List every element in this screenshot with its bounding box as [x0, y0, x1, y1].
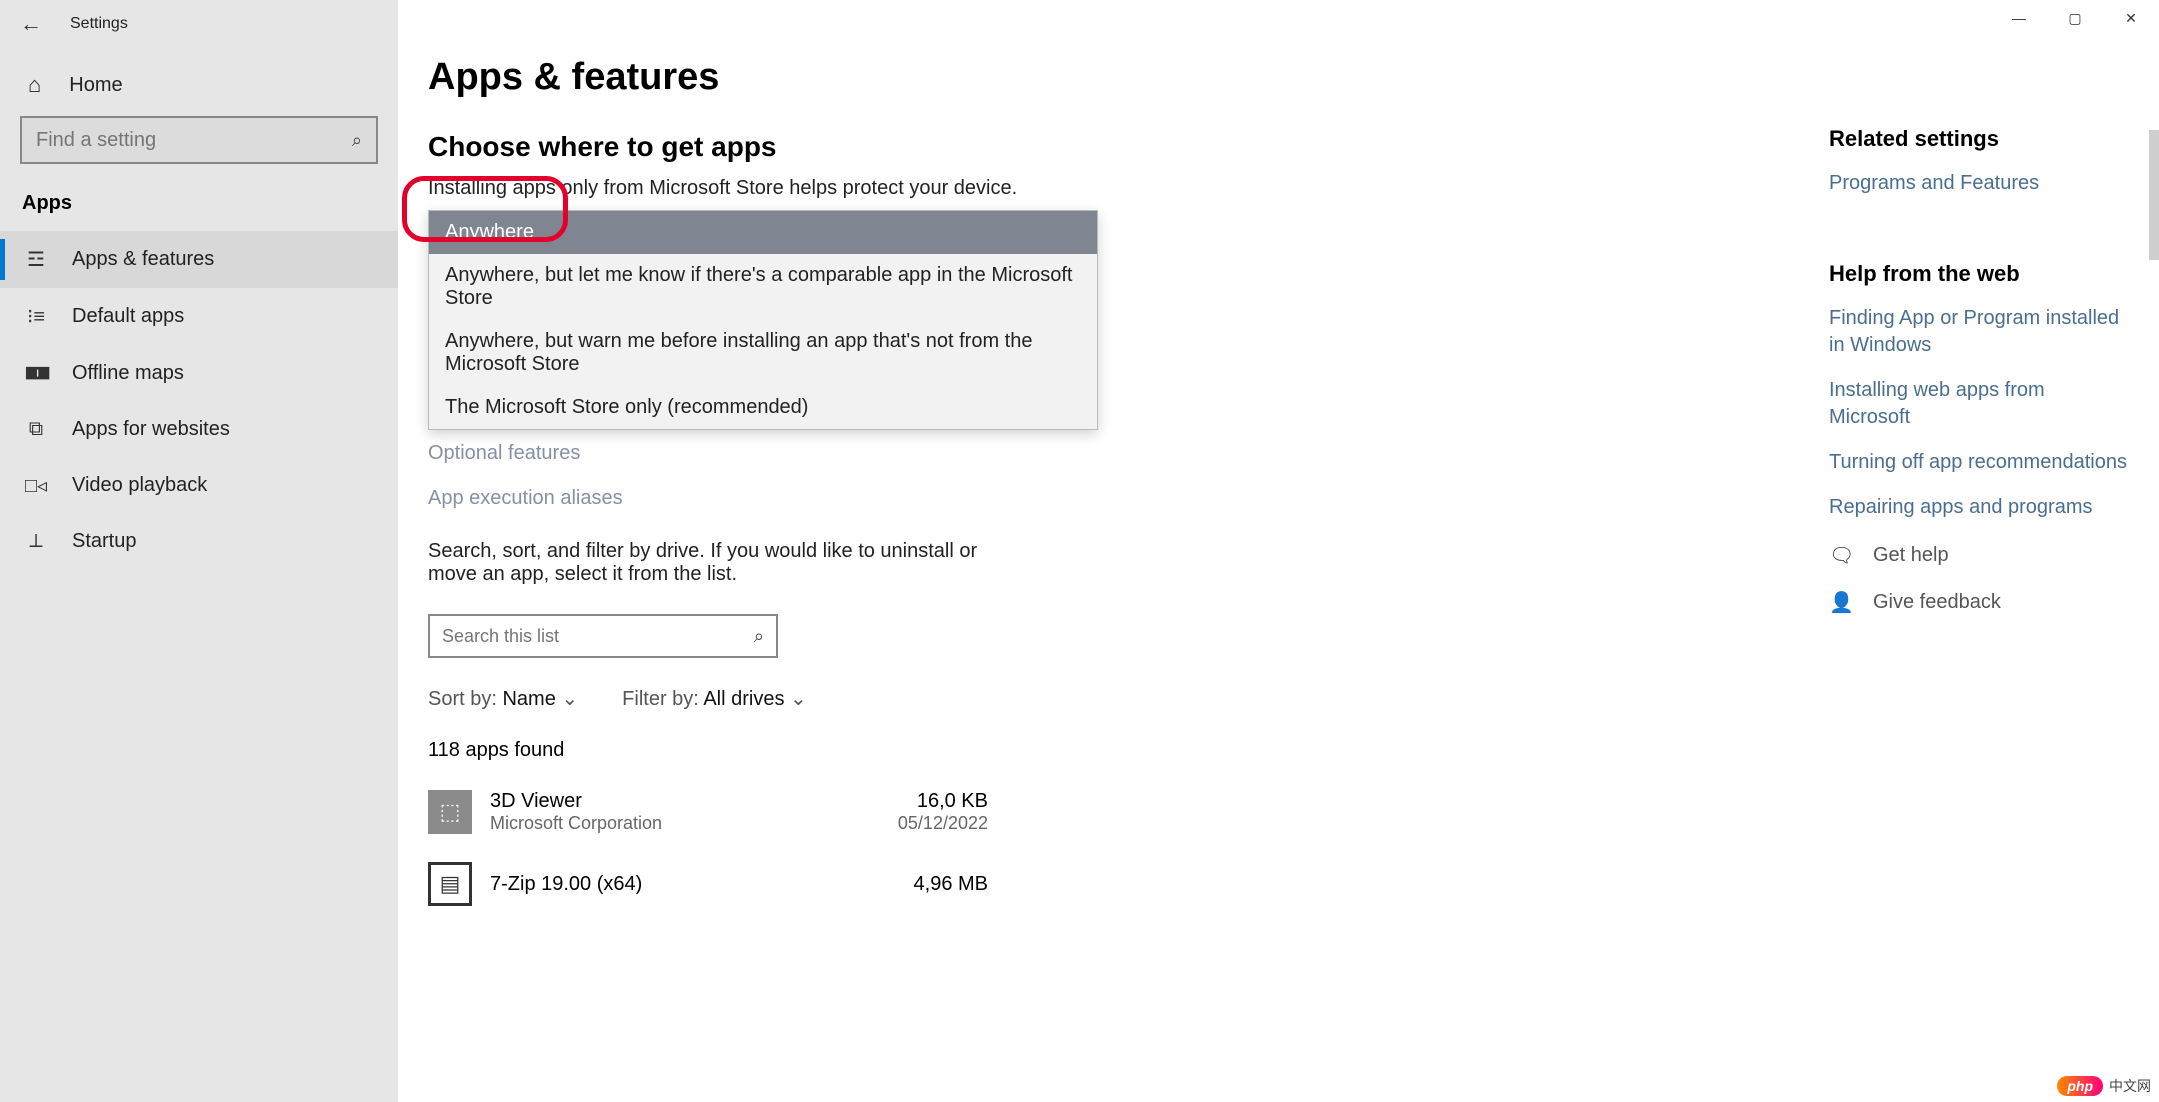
sidebar-item-label: Startup [72, 530, 136, 553]
section-label: Apps [0, 164, 398, 231]
scrollbar[interactable] [2149, 130, 2159, 260]
search-icon: ⌕ [352, 130, 362, 151]
sort-value: Name [502, 688, 555, 710]
dropdown-option[interactable]: The Microsoft Store only (recommended) [429, 386, 1097, 429]
app-icon: ⬚ [428, 790, 472, 834]
app-info: 7-Zip 19.00 (x64) [490, 873, 914, 896]
chevron-down-icon: ⌄ [561, 688, 578, 710]
give-feedback-row[interactable]: 👤 Give feedback [1829, 590, 2129, 615]
app-name: 7-Zip 19.00 (x64) [490, 873, 914, 896]
install-source-dropdown[interactable]: AnywhereAnywhere, but let me know if the… [428, 210, 1158, 430]
help-heading: Help from the web [1829, 261, 2129, 287]
sort-by-control[interactable]: Sort by: Name ⌄ [428, 686, 578, 711]
filter-value: All drives [703, 688, 784, 710]
app-publisher: Microsoft Corporation [490, 813, 898, 834]
app-date: 05/12/2022 [898, 813, 988, 834]
sidebar-item-label: Offline maps [72, 362, 184, 385]
minimize-icon[interactable]: ― [1991, 0, 2047, 36]
home-button[interactable]: ⌂ Home [0, 48, 398, 116]
optional-features-link[interactable]: Optional features [428, 442, 1158, 465]
find-setting-search[interactable]: ⌕ [20, 116, 378, 164]
filter-label: Filter by: [622, 688, 699, 710]
offline-maps-icon: 🀰 [24, 361, 48, 386]
choose-body: Installing apps only from Microsoft Stor… [428, 177, 1158, 200]
titlebar: ← Settings [0, 0, 398, 48]
page-title: Apps & features [428, 56, 1158, 99]
default-apps-icon: ⁝≡ [24, 304, 48, 329]
watermark: php 中文网 [2057, 1076, 2151, 1096]
home-icon: ⌂ [28, 72, 41, 98]
app-name: 3D Viewer [490, 790, 898, 813]
watermark-pill: php [2057, 1076, 2103, 1096]
app-row[interactable]: ▤ 7-Zip 19.00 (x64)4,96 MB [428, 862, 988, 906]
feedback-label: Give feedback [1873, 591, 2001, 614]
programs-features-link[interactable]: Programs and Features [1829, 170, 2129, 197]
dropdown-option[interactable]: Anywhere, but warn me before installing … [429, 320, 1097, 386]
apps-found-text: 118 apps found [428, 739, 1158, 762]
related-heading: Related settings [1829, 126, 2129, 152]
app-meta: 16,0 KB05/12/2022 [898, 790, 988, 834]
sort-filter-row: Sort by: Name ⌄ Filter by: All drives ⌄ [428, 686, 1158, 711]
watermark-text: 中文网 [2109, 1076, 2151, 1096]
find-setting-input[interactable] [36, 129, 352, 152]
app-aliases-link[interactable]: App execution aliases [428, 487, 1158, 510]
help-link[interactable]: Repairing apps and programs [1829, 494, 2129, 521]
app-info: 3D ViewerMicrosoft Corporation [490, 790, 898, 834]
app-icon: ▤ [428, 862, 472, 906]
sidebar-item-label: Default apps [72, 305, 184, 328]
apps-features-icon: ☲ [24, 247, 48, 272]
back-arrow-icon[interactable]: ← [20, 11, 42, 37]
app-row[interactable]: ⬚ 3D ViewerMicrosoft Corporation16,0 KB05… [428, 790, 988, 834]
chevron-down-icon: ⌄ [790, 688, 807, 710]
choose-heading: Choose where to get apps [428, 131, 1158, 163]
sidebar-item-apps-features[interactable]: ☲ Apps & features [0, 231, 398, 288]
help-link[interactable]: Turning off app recommendations [1829, 449, 2129, 476]
apps-websites-icon: ⧉ [24, 418, 48, 441]
window-title: Settings [70, 15, 128, 33]
right-rail: Related settings Programs and Features H… [1829, 126, 2129, 615]
maximize-icon[interactable]: ▢ [2047, 0, 2103, 36]
get-help-row[interactable]: 🗨 Get help [1829, 543, 2129, 568]
sort-label: Sort by: [428, 688, 497, 710]
filter-by-control[interactable]: Filter by: All drives ⌄ [622, 686, 807, 711]
help-link[interactable]: Installing web apps from Microsoft [1829, 377, 2129, 431]
search-icon: ⌕ [754, 626, 764, 647]
sidebar-item-offline-maps[interactable]: 🀰 Offline maps [0, 345, 398, 402]
search-list-box[interactable]: ⌕ [428, 614, 778, 658]
sidebar-item-default-apps[interactable]: ⁝≡ Default apps [0, 288, 398, 345]
sidebar-item-label: Video playback [72, 474, 207, 497]
close-icon[interactable]: ✕ [2103, 0, 2159, 36]
sidebar-item-apps-for-websites[interactable]: ⧉ Apps for websites [0, 402, 398, 457]
sidebar-item-label: Apps for websites [72, 418, 230, 441]
dropdown-option[interactable]: Anywhere, but let me know if there's a c… [429, 254, 1097, 320]
window-controls: ― ▢ ✕ [1991, 0, 2159, 36]
dropdown-option[interactable]: Anywhere [429, 211, 1097, 254]
app-size: 16,0 KB [898, 790, 988, 813]
search-list-input[interactable] [442, 626, 754, 647]
app-size: 4,96 MB [914, 873, 988, 896]
main-area: ― ▢ ✕ Apps & features Choose where to ge… [398, 0, 2159, 1102]
feedback-icon: 👤 [1829, 590, 1853, 615]
help-link[interactable]: Finding App or Program installed in Wind… [1829, 305, 2129, 359]
get-help-label: Get help [1873, 544, 1949, 567]
list-body-text: Search, sort, and filter by drive. If yo… [428, 540, 988, 586]
home-label: Home [69, 74, 122, 97]
startup-icon: ⟂ [24, 530, 48, 553]
app-meta: 4,96 MB [914, 873, 988, 896]
chat-icon: 🗨 [1829, 543, 1853, 568]
content: Apps & features Choose where to get apps… [398, 0, 1158, 906]
sidebar-item-video-playback[interactable]: □◃ Video playback [0, 457, 398, 514]
sidebar-item-startup[interactable]: ⟂ Startup [0, 514, 398, 569]
settings-sidebar: ← Settings ⌂ Home ⌕ Apps ☲ Apps & feature… [0, 0, 398, 1102]
video-playback-icon: □◃ [24, 473, 48, 498]
dropdown-list: AnywhereAnywhere, but let me know if the… [428, 210, 1098, 430]
sidebar-item-label: Apps & features [72, 248, 214, 271]
